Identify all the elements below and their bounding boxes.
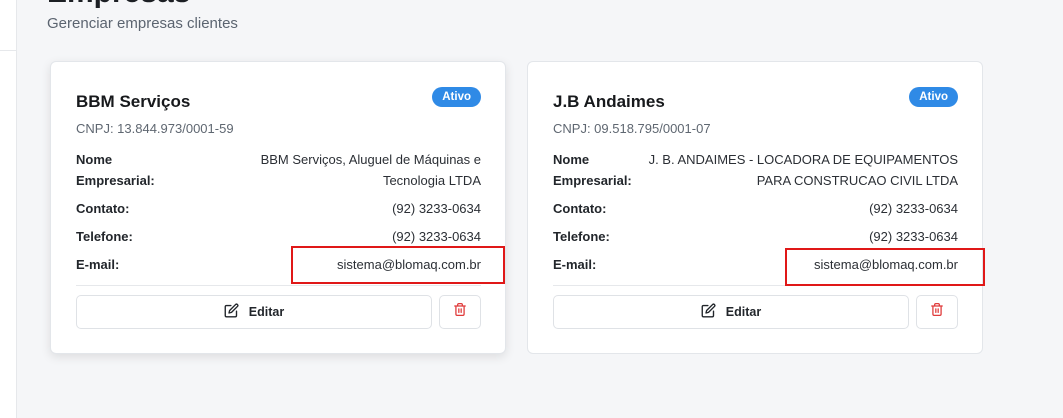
label-empresarial: Empresarial:	[553, 173, 632, 188]
card-divider	[76, 285, 481, 286]
delete-button[interactable]	[916, 295, 958, 329]
page-title: Empresas	[47, 0, 190, 8]
status-badge: Ativo	[432, 87, 481, 107]
delete-button[interactable]	[439, 295, 481, 329]
razao-social-line2: Tecnologia LTDA	[382, 173, 481, 188]
label-contato: Contato:	[553, 201, 607, 216]
sidebar	[0, 0, 17, 418]
edit-icon	[701, 303, 716, 321]
company-cnpj: CNPJ: 13.844.973/0001-59	[76, 121, 234, 136]
company-cnpj: CNPJ: 09.518.795/0001-07	[553, 121, 711, 136]
label-empresarial: Empresarial:	[76, 173, 155, 188]
edit-button[interactable]: Editar	[76, 295, 432, 329]
company-card: BBM Serviços Ativo CNPJ: 13.844.973/0001…	[50, 61, 506, 354]
label-nome: Nome	[553, 152, 590, 167]
company-card: J.B Andaimes Ativo CNPJ: 09.518.795/0001…	[527, 61, 983, 354]
edit-button[interactable]: Editar	[553, 295, 909, 329]
page-subtitle: Gerenciar empresas clientes	[47, 15, 238, 32]
edit-button-label: Editar	[725, 305, 762, 319]
edit-icon	[224, 303, 239, 321]
trash-icon	[930, 302, 944, 322]
telefone-value: (92) 3233-0634	[869, 229, 958, 244]
label-email: E-mail:	[76, 257, 120, 272]
razao-social-line1: J. B. ANDAIMES - LOCADORA DE EQUIPAMENTO…	[648, 152, 958, 167]
label-telefone: Telefone:	[553, 229, 610, 244]
sidebar-divider	[0, 50, 16, 51]
status-badge: Ativo	[909, 87, 958, 107]
label-contato: Contato:	[76, 201, 130, 216]
company-name: J.B Andaimes	[553, 92, 665, 111]
edit-button-label: Editar	[248, 305, 285, 319]
email-highlight-box	[291, 246, 505, 284]
label-nome: Nome	[76, 152, 113, 167]
razao-social-line1: BBM Serviços, Aluguel de Máquinas e	[260, 152, 481, 167]
contato-value: (92) 3233-0634	[392, 201, 481, 216]
email-highlight-box	[785, 248, 985, 286]
label-telefone: Telefone:	[76, 229, 133, 244]
telefone-value: (92) 3233-0634	[392, 229, 481, 244]
company-name: BBM Serviços	[76, 92, 191, 111]
trash-icon	[453, 302, 467, 322]
razao-social-line2: PARA CONSTRUCAO CIVIL LTDA	[756, 173, 958, 188]
contato-value: (92) 3233-0634	[869, 201, 958, 216]
label-email: E-mail:	[553, 257, 597, 272]
